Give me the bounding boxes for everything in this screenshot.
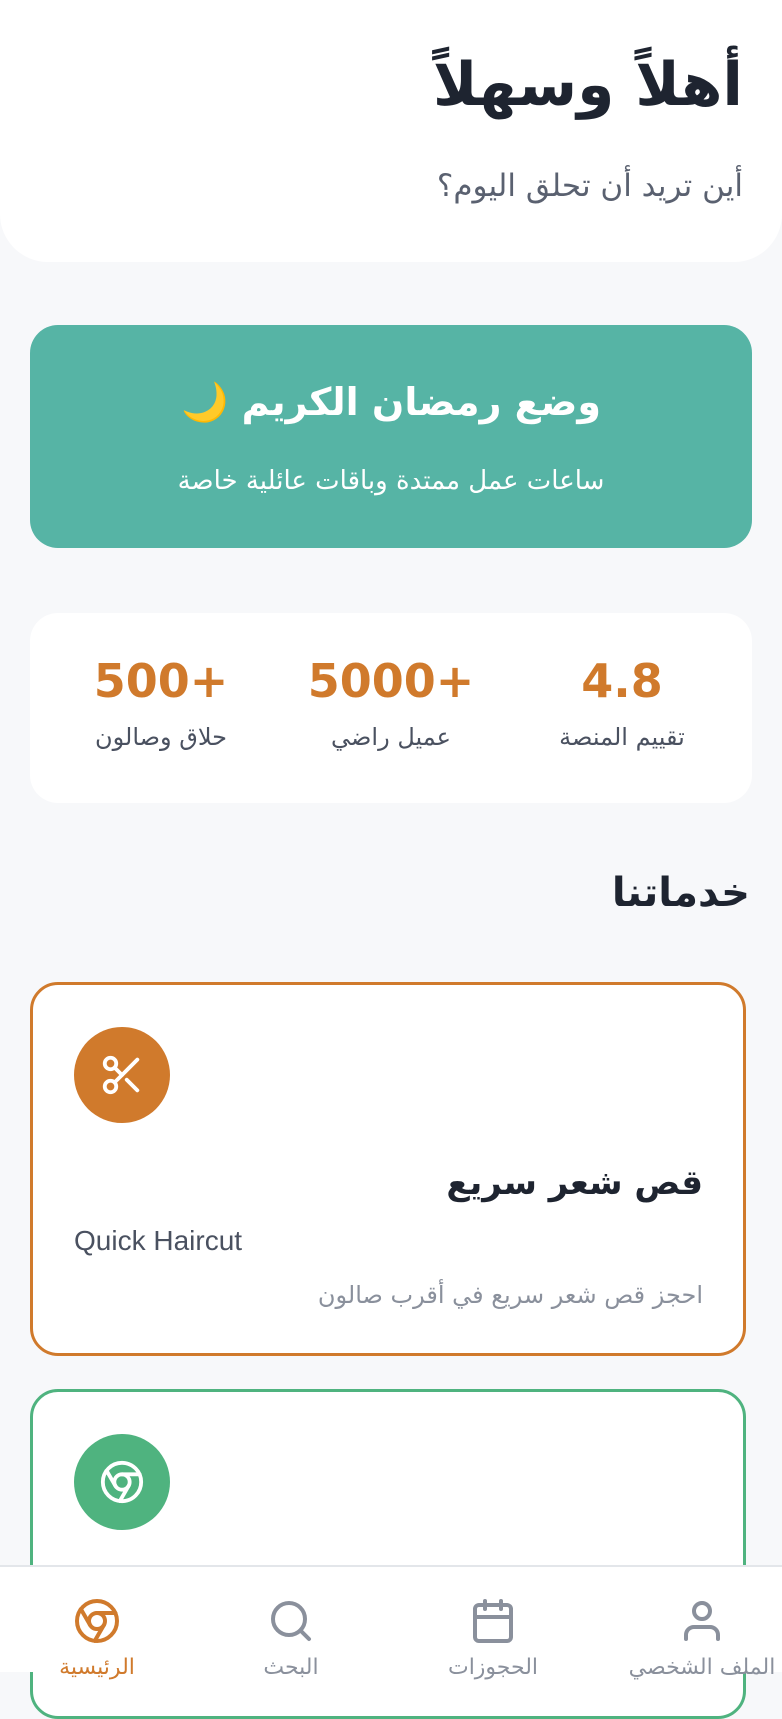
stat-value: 4.8 [581,654,663,708]
stat-barbers: 500+ حلاق وصالون [51,653,271,751]
ramadan-banner-subtitle: ساعات عمل ممتدة وباقات عائلية خاصة [177,466,605,496]
moon-icon: 🌙 [181,380,229,424]
ramadan-banner-title: وضع رمضان الكريم [241,380,601,424]
header: أهلاً وسهلاً أين تريد أن تحلق اليوم؟ [0,0,782,262]
stats-panel: 4.8 تقييم المنصة 5000+ عميل راضي 500+ حل… [30,613,752,803]
stat-value: 5000+ [307,654,475,708]
stat-label: تقييم المنصة [559,723,685,751]
chrome-icon [74,1434,170,1530]
stat-label: عميل راضي [331,723,451,751]
nav-item-search[interactable]: البحث [211,1597,371,1680]
home-icon [75,1599,119,1643]
nav-item-home[interactable]: الرئيسية [17,1597,177,1680]
search-icon [271,1601,311,1641]
nav-label: البحث [263,1655,319,1680]
nav-item-bookings[interactable]: الحجوزات [413,1597,573,1680]
user-icon [684,1601,720,1641]
greeting-title: أهلاً وسهلاً [432,50,743,120]
greeting-subtitle: أين تريد أن تحلق اليوم؟ [436,168,743,204]
scissors-icon [74,1027,170,1123]
services-section-title: خدماتنا [611,870,750,916]
service-description: احجز قص شعر سريع في أقرب صالون [317,1281,703,1309]
nav-label: الملف الشخصي [628,1655,776,1680]
service-card-quick-haircut[interactable]: قص شعر سريع Quick Haircut احجز قص شعر سر… [30,982,746,1356]
stat-label: حلاق وصالون [94,723,228,751]
service-title-english: Quick Haircut [74,1225,243,1256]
nav-label: الحجوزات [447,1655,539,1680]
ramadan-banner[interactable] [30,325,752,548]
nav-item-profile[interactable]: الملف الشخصي [622,1597,782,1680]
stat-value: 500+ [93,654,229,708]
stat-rating: 4.8 تقييم المنصة [512,653,732,751]
ramadan-banner-title-row: وضع رمضان الكريم 🌙 [0,380,782,425]
service-title: قص شعر سريع [446,1163,703,1203]
nav-label: الرئيسية [59,1655,135,1680]
stat-customers: 5000+ عميل راضي [281,653,501,751]
bottom-navigation: الرئيسية البحث الحجوزات الملف الشخصي [0,1565,782,1680]
calendar-icon [473,1599,513,1643]
